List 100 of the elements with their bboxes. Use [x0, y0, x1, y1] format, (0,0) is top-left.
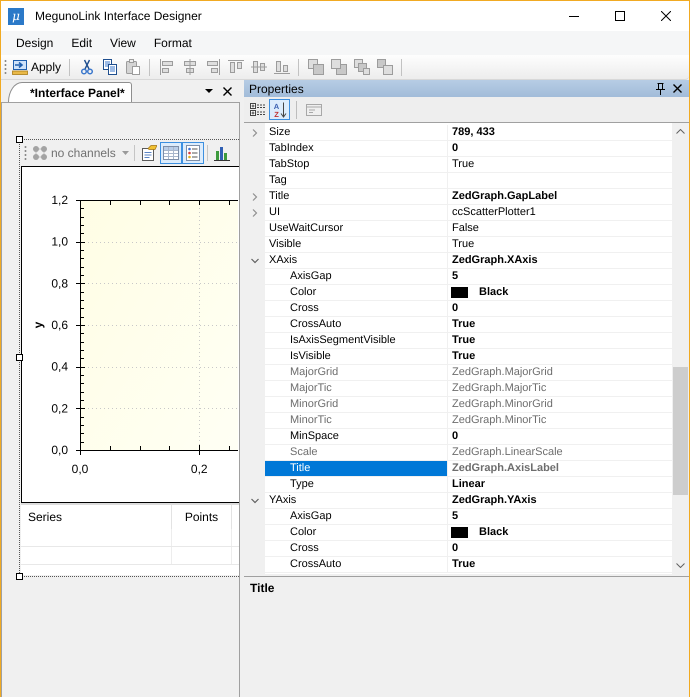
panel-title: Properties: [249, 82, 304, 96]
property-value: Black: [479, 525, 508, 540]
property-value: 0: [452, 429, 458, 444]
property-name[interactable]: Title: [265, 189, 448, 204]
close-icon[interactable]: [223, 86, 232, 96]
property-value: ZedGraph.MajorTic: [452, 381, 546, 396]
property-name[interactable]: IsVisible: [265, 349, 448, 364]
property-name[interactable]: XAxis: [265, 253, 448, 268]
property-value: 789, 433: [452, 125, 495, 140]
property-name[interactable]: Type: [265, 477, 448, 492]
close-icon[interactable]: [673, 84, 682, 93]
property-name[interactable]: Visible: [265, 237, 448, 252]
tick-label: 0,2: [51, 401, 68, 416]
chevron-right-icon[interactable]: [250, 129, 258, 137]
bar-chart-icon: [214, 145, 230, 161]
table-icon: [162, 145, 179, 161]
property-name[interactable]: MinorGrid: [265, 397, 448, 412]
toolbar-grip[interactable]: [4, 58, 7, 76]
property-name[interactable]: UseWaitCursor: [265, 221, 448, 236]
chevron-right-icon[interactable]: [250, 193, 258, 201]
property-name[interactable]: MajorTic: [265, 381, 448, 396]
screen-arrow-icon: [12, 59, 28, 75]
menu-item[interactable]: View: [101, 33, 145, 53]
document-icon: [140, 145, 157, 161]
toolbar-grip[interactable]: [24, 144, 27, 162]
pin-icon[interactable]: [656, 82, 665, 94]
property-name[interactable]: Cross: [265, 541, 448, 556]
property-name[interactable]: IsAxisSegmentVisible: [265, 333, 448, 348]
legend-button[interactable]: [182, 142, 204, 164]
property-value: ZedGraph.XAxis: [452, 253, 538, 268]
property-value: 5: [452, 509, 458, 524]
property-value: ZedGraph.MinorTic: [452, 413, 546, 428]
property-name[interactable]: MinorTic: [265, 413, 448, 428]
resize-handle[interactable]: [16, 573, 23, 580]
tick-label: 1,2: [51, 193, 68, 207]
property-value: ccScatterPlotter1: [452, 205, 536, 220]
menu-item[interactable]: Edit: [62, 33, 102, 53]
property-name[interactable]: CrossAuto: [265, 317, 448, 332]
window-icon: [306, 102, 322, 118]
property-name[interactable]: UI: [265, 205, 448, 220]
property-name[interactable]: AxisGap: [265, 269, 448, 284]
property-name[interactable]: TabIndex: [265, 141, 448, 156]
property-name[interactable]: Color: [265, 285, 448, 300]
menu-item[interactable]: Format: [144, 33, 201, 53]
resize-handle[interactable]: [16, 136, 23, 143]
property-value: ZedGraph.AxisLabel: [452, 461, 559, 476]
property-value: 0: [452, 301, 458, 316]
property-value: ZedGraph.LinearScale: [452, 445, 563, 460]
property-name[interactable]: Color: [265, 525, 448, 540]
axis-title: y: [31, 322, 45, 328]
tick-label: 0,6: [51, 318, 68, 332]
copy-icon[interactable]: [102, 59, 118, 75]
property-name[interactable]: MajorGrid: [265, 365, 448, 380]
scissors-icon[interactable]: [78, 59, 95, 75]
property-value: True: [452, 157, 474, 172]
scrollbar-thumb[interactable]: [673, 367, 688, 495]
property-name[interactable]: MinSpace: [265, 429, 448, 444]
property-name[interactable]: AxisGap: [265, 509, 448, 524]
resize-handle[interactable]: [16, 354, 23, 361]
chevron-right-icon[interactable]: [250, 209, 258, 217]
property-name[interactable]: Size: [265, 125, 448, 140]
maximize-icon: [615, 11, 625, 21]
property-name[interactable]: Cross: [265, 301, 448, 316]
property-name[interactable]: Tag: [265, 173, 448, 188]
property-name[interactable]: Title: [265, 461, 448, 476]
property-name[interactable]: Scale: [265, 445, 448, 460]
window-title: MegunoLink Interface Designer: [35, 9, 202, 23]
tick-label: 0,0: [51, 443, 68, 457]
property-value: False: [452, 221, 479, 236]
property-value: 0: [452, 541, 458, 556]
tick-label: 0,0: [72, 462, 88, 476]
property-value: True: [452, 237, 474, 252]
property-value: True: [452, 333, 476, 348]
document-tab[interactable]: *Interface Panel*: [8, 82, 132, 102]
property-value: ZedGraph.MajorGrid: [452, 365, 553, 380]
description-title: Title: [250, 581, 274, 595]
property-value: ZedGraph.MinorGrid: [452, 397, 553, 412]
property-value: 5: [452, 269, 458, 284]
column-header[interactable]: Series: [21, 505, 172, 529]
property-value: 0: [452, 141, 458, 156]
apply-button[interactable]: Apply: [10, 56, 64, 78]
chevron-down-icon[interactable]: [676, 563, 685, 568]
list-icon: [184, 145, 201, 161]
menu-item[interactable]: Design: [7, 33, 62, 53]
tick-label: 0,2: [190, 462, 208, 476]
table-button[interactable]: [160, 142, 182, 164]
property-value: ZedGraph.YAxis: [452, 493, 537, 508]
chevron-up-icon[interactable]: [676, 129, 685, 134]
app-logo: μ: [8, 8, 24, 24]
property-value: Black: [479, 285, 508, 300]
property-name[interactable]: TabStop: [265, 157, 448, 172]
chevron-down-icon[interactable]: [250, 497, 258, 505]
column-header[interactable]: Points: [172, 505, 232, 529]
property-name[interactable]: CrossAuto: [265, 557, 448, 572]
property-value: Linear: [452, 477, 486, 492]
chevron-down-icon[interactable]: [250, 257, 258, 265]
caret-icon[interactable]: [205, 89, 213, 93]
property-name[interactable]: YAxis: [265, 493, 448, 508]
property-value: True: [452, 557, 476, 572]
close-icon: [661, 11, 671, 21]
